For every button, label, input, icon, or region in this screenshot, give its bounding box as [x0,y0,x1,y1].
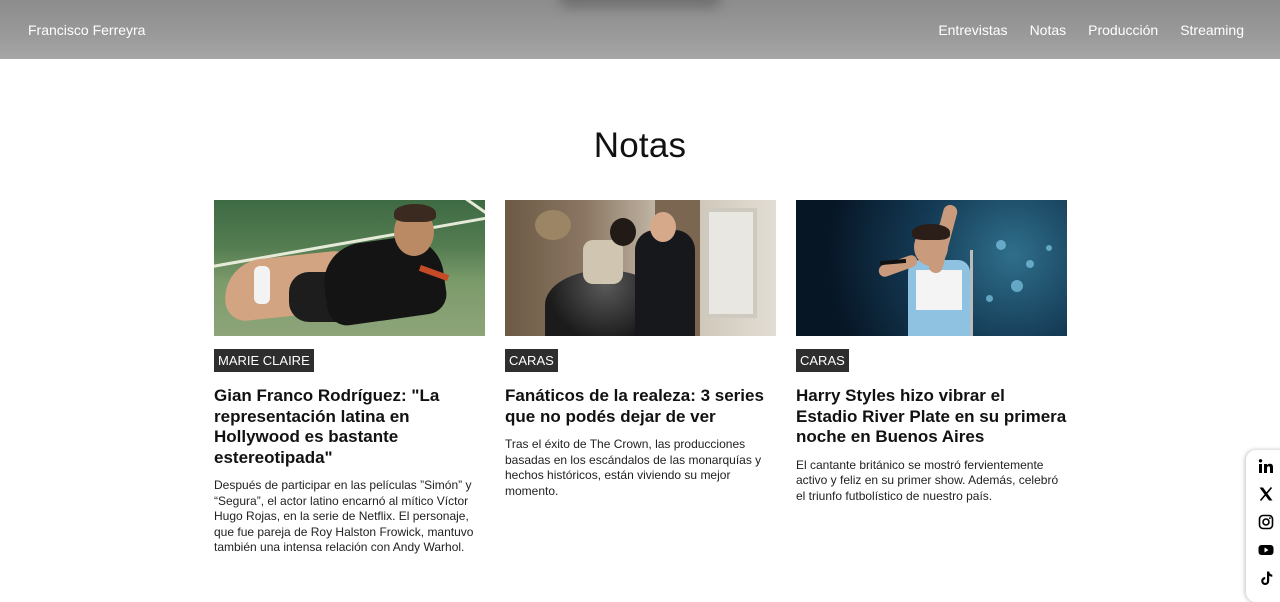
instagram-icon[interactable] [1257,513,1275,531]
x-icon[interactable] [1257,485,1275,503]
section-title: Notas [593,126,687,165]
note-source-badge: CARAS [796,349,849,372]
nav-item-produccion[interactable]: Producción [1088,22,1158,38]
note-excerpt: Tras el éxito de The Crown, las producci… [505,437,762,498]
note-excerpt: El cantante británico se mostró fervient… [796,457,1059,503]
note-title[interactable]: Fanáticos de la realeza: 3 series que no… [505,386,776,427]
nav-item-notas[interactable]: Notas [1030,22,1067,38]
note-title[interactable]: Gian Franco Rodríguez: "La representació… [214,386,485,468]
note-source-badge: CARAS [505,349,558,372]
note-card[interactable]: CARAS Harry Styles hizo vibrar el Estadi… [796,200,1067,556]
note-image[interactable] [796,200,1067,336]
note-image[interactable] [505,200,776,336]
note-card[interactable]: MARIE CLAIRE Gian Franco Rodríguez: "La … [214,200,485,556]
note-card[interactable]: CARAS Fanáticos de la realeza: 3 series … [505,200,776,556]
tiktok-icon[interactable] [1257,569,1275,587]
social-links-rail [1246,450,1280,602]
note-source-badge: MARIE CLAIRE [214,349,314,372]
note-title[interactable]: Harry Styles hizo vibrar el Estadio Rive… [796,386,1067,448]
site-header: Francisco Ferreyra Entrevistas Notas Pro… [0,0,1280,59]
notes-grid: MARIE CLAIRE Gian Franco Rodríguez: "La … [214,200,1067,556]
brand-link[interactable]: Francisco Ferreyra [28,22,145,38]
nav-item-entrevistas[interactable]: Entrevistas [938,22,1007,38]
linkedin-icon[interactable] [1257,457,1275,475]
note-excerpt: Después de participar en las películas ”… [214,478,474,554]
note-image[interactable] [214,200,485,336]
main-nav: Entrevistas Notas Producción Streaming [938,22,1244,38]
youtube-icon[interactable] [1257,541,1275,559]
blurred-header-graphic [560,0,720,8]
nav-item-streaming[interactable]: Streaming [1180,22,1244,38]
